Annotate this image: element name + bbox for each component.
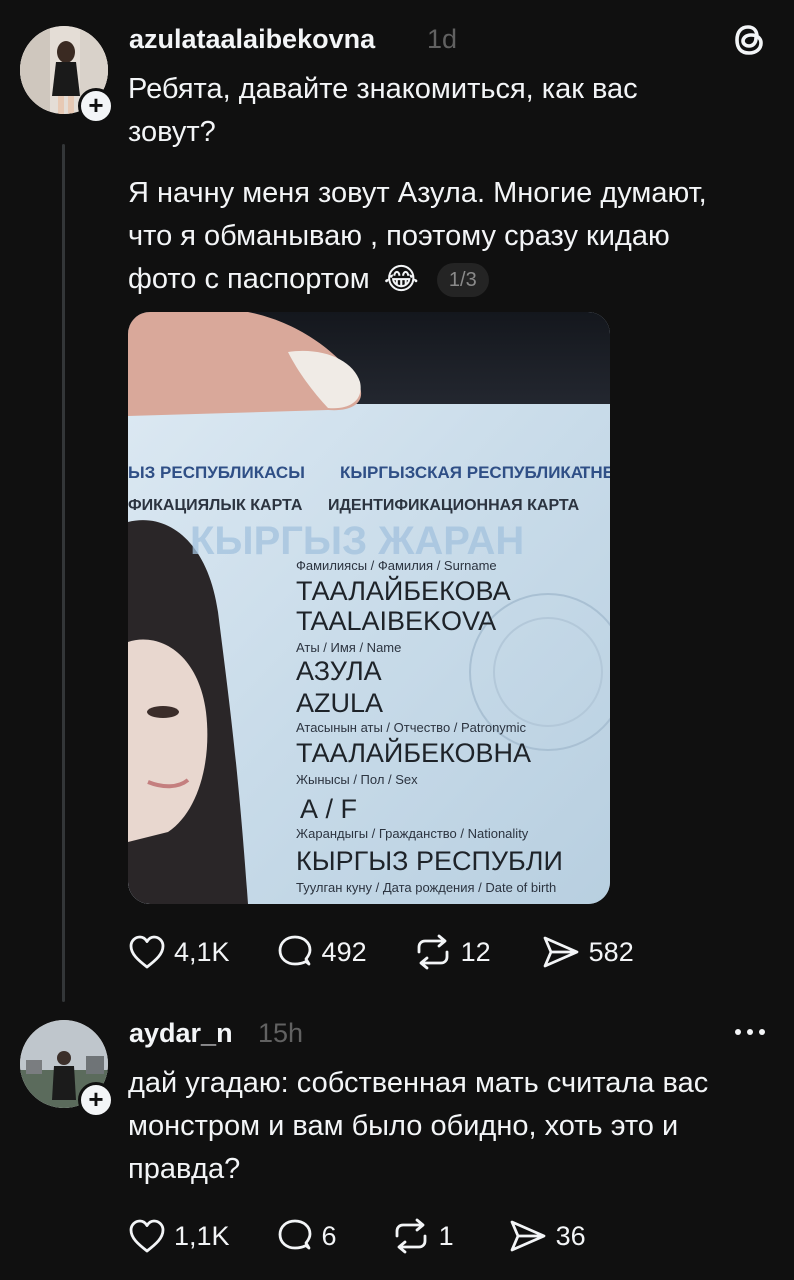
card-sub-ru: ИДЕНТИФИКАЦИОННАЯ КАРТА <box>328 497 580 514</box>
repost-icon <box>395 1218 426 1254</box>
id-card-illustration: ЫЗ РЕСПУБЛИКАСЫ КЫРГЫЗСКАЯ РЕСПУБЛИКА TH… <box>128 312 610 904</box>
sex-value: А / F <box>300 794 357 824</box>
post-text-line-1: Ребята, давайте знакомиться, как вас зов… <box>128 73 638 148</box>
more-icon[interactable] <box>732 1024 768 1040</box>
follow-plus-button[interactable]: + <box>78 88 114 124</box>
post-username[interactable]: azulataalaibekovna <box>129 24 375 55</box>
patronymic-label: Атасынын аты / Отчество / Patronymic <box>296 720 527 735</box>
name-lat: AZULA <box>296 688 383 718</box>
comment-icon <box>278 935 311 966</box>
post-image-id-card[interactable]: ЫЗ РЕСПУБЛИКАСЫ КЫРГЫЗСКАЯ РЕСПУБЛИКА TH… <box>128 312 610 904</box>
reply-reply-count: 6 <box>321 1220 337 1251</box>
card-watermark: КЫРГЫЗ ЖАРАН <box>190 519 524 563</box>
heart-icon <box>129 935 165 969</box>
reply-like-button[interactable]: 1,1K <box>128 1218 230 1254</box>
media-counter: 1/3 <box>436 263 489 298</box>
reply-username[interactable]: aydar_n <box>129 1018 233 1049</box>
post-actions: 4,1K 492 12 582 <box>128 934 672 970</box>
reply-text: дай угадаю: собственная мать считала вас… <box>128 1067 709 1185</box>
nationality-value: КЫРГЫЗ РЕСПУБЛИ <box>296 846 563 876</box>
thread-line <box>62 144 65 1002</box>
name-cyr: АЗУЛА <box>296 656 382 686</box>
reply-share-count: 36 <box>555 1220 586 1251</box>
reply-reply-button[interactable]: 6 <box>276 1218 337 1254</box>
repost-icon <box>417 934 449 970</box>
reply-repost-button[interactable]: 1 <box>391 1218 454 1254</box>
repost-button[interactable]: 12 <box>413 934 491 970</box>
nationality-label: Жарандыгы / Гражданство / Nationality <box>296 826 529 841</box>
reply-share-button[interactable]: 36 <box>508 1218 586 1254</box>
send-icon <box>543 936 579 968</box>
surname-label: Фамилиясы / Фамилия / Surname <box>296 558 497 573</box>
laughing-emoji: 😂 <box>383 263 419 297</box>
threads-logo-icon[interactable] <box>730 20 768 60</box>
post-text-line-2: Я начну меня зовут Азула. Многие думают,… <box>128 172 728 301</box>
surname-lat: TAALAIBEKOVA <box>296 606 496 636</box>
like-count: 4,1K <box>174 936 230 967</box>
share-button[interactable]: 582 <box>541 934 634 970</box>
reply-count: 492 <box>321 936 367 967</box>
card-header-ky: ЫЗ РЕСПУБЛИКАСЫ <box>128 463 305 482</box>
share-count: 582 <box>588 936 634 967</box>
name-label: Аты / Имя / Name <box>296 640 401 655</box>
patronymic: ТААЛАЙБЕКОВНА <box>296 737 531 768</box>
sex-label: Жынысы / Пол / Sex <box>296 772 418 787</box>
reply-repost-count: 1 <box>438 1220 454 1251</box>
reply-actions: 1,1K 6 1 36 <box>128 1218 624 1254</box>
reply-time: 15h <box>258 1018 304 1048</box>
heart-icon <box>129 1219 165 1253</box>
reply-button[interactable]: 492 <box>276 934 367 970</box>
send-icon <box>510 1220 546 1252</box>
card-header-en: THE <box>580 463 610 482</box>
reply-like-count: 1,1K <box>174 1220 230 1251</box>
comment-icon <box>278 1219 311 1250</box>
post-time: 1d <box>427 24 458 54</box>
like-button[interactable]: 4,1K <box>128 934 230 970</box>
card-header-ru: КЫРГЫЗСКАЯ РЕСПУБЛИКА <box>340 463 583 482</box>
post-text: Ребята, давайте знакомиться, как вас зов… <box>128 68 728 301</box>
follow-plus-button-reply[interactable]: + <box>78 1082 114 1118</box>
surname-cyr: ТААЛАЙБЕКОВА <box>296 575 511 606</box>
card-sub-ky: ФИКАЦИЯЛЫК КАРТА <box>128 497 303 514</box>
repost-count: 12 <box>460 936 491 967</box>
dob-label: Туулган куну / Дата рождения / Date of b… <box>296 880 556 895</box>
